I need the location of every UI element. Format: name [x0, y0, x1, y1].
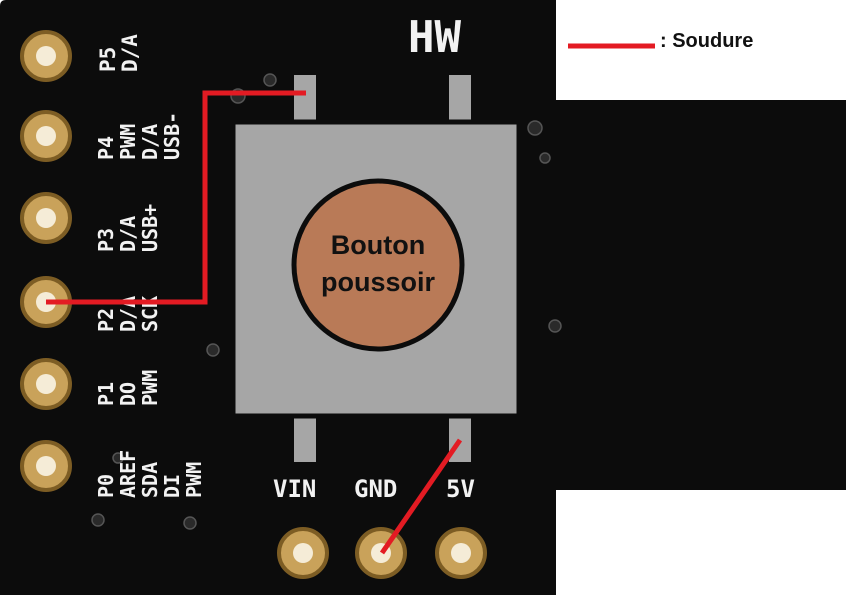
power-label-vin: VIN: [273, 475, 316, 503]
svg-text:P3: P3: [94, 228, 118, 252]
svg-text:P2: P2: [94, 308, 118, 332]
svg-text:PWM: PWM: [138, 370, 162, 406]
pad-vin: [277, 527, 329, 579]
pin-pad-p5: [20, 30, 72, 82]
legend-label: : Soudure: [660, 30, 754, 52]
svg-text:USB+: USB+: [138, 204, 162, 252]
svg-text:D/A: D/A: [138, 124, 162, 160]
pad-5v: [435, 527, 487, 579]
brand-label: HW: [408, 12, 461, 63]
pin-pad-p1: [20, 358, 72, 410]
svg-text:PWM: PWM: [116, 124, 140, 160]
svg-text:D/A: D/A: [118, 34, 142, 72]
svg-text:SDA: SDA: [138, 462, 162, 498]
pin-pad-p4: [20, 110, 72, 162]
power-label-gnd: GND: [354, 475, 397, 503]
svg-text:P5: P5: [96, 47, 120, 72]
power-label-5v: 5V: [446, 475, 475, 503]
svg-text:USB-: USB-: [160, 112, 184, 160]
svg-text:D/A: D/A: [116, 216, 140, 252]
annotated-board-diagram: HW P5 D/A P4 PWM D/A USB- P3 D/A USB+ P2…: [0, 0, 846, 595]
svg-text:AREF: AREF: [116, 450, 140, 498]
button-label-line1: Bouton: [331, 230, 425, 260]
svg-text:P4: P4: [94, 136, 118, 160]
svg-text:PWM: PWM: [182, 462, 206, 498]
button-label-line2: poussoir: [321, 267, 436, 297]
pad-gnd: [355, 527, 407, 579]
pin-pad-p3: [20, 192, 72, 244]
svg-text:P1: P1: [94, 382, 118, 406]
svg-text:DI: DI: [160, 474, 184, 498]
svg-text:DO: DO: [116, 382, 140, 406]
push-button-cap: [291, 178, 465, 352]
svg-text:P0: P0: [94, 474, 118, 498]
pin-pad-p0: [20, 440, 72, 492]
